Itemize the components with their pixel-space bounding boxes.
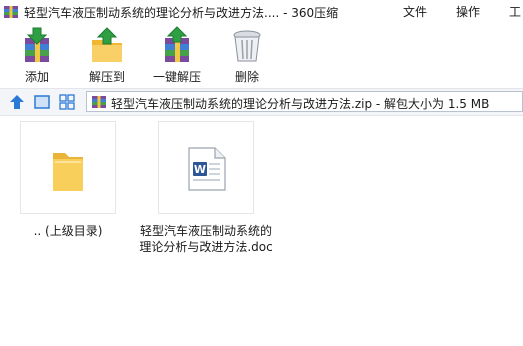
file-name: .. (上级目录) <box>33 224 103 238</box>
menu-file[interactable]: 文件 <box>403 3 427 20</box>
doc-file-item[interactable]: W 轻型汽车液压制动系统的 理论分析与改进方法.doc <box>139 121 273 256</box>
trash-icon <box>233 30 261 62</box>
extract-to-button[interactable]: 解压到 <box>77 26 137 86</box>
delete-label: 删除 <box>234 70 259 84</box>
item-thumbnail <box>20 121 116 214</box>
item-thumbnail: W <box>158 121 254 214</box>
large-icon-view-icon[interactable] <box>33 93 51 111</box>
extract-to-label: 解压到 <box>88 70 125 84</box>
one-click-extract-label: 一键解压 <box>152 70 201 84</box>
word-doc-icon: W <box>188 147 226 191</box>
file-name-line-1: 轻型汽车液压制动系统的 <box>139 224 272 238</box>
add-button[interactable]: 添加 <box>7 26 67 86</box>
path-field[interactable]: 轻型汽车液压制动系统的理论分析与改进方法.zip - 解包大小为 1.5 MB <box>86 91 523 112</box>
up-arrow-icon[interactable] <box>8 93 26 111</box>
app-logo-icon <box>4 6 18 18</box>
title-bar: 轻型汽车液压制动系统的理论分析与改进方法.... - 360压缩 文件 操作 工 <box>0 0 523 24</box>
menu-operation[interactable]: 操作 <box>456 3 480 20</box>
address-bar: 轻型汽车液压制动系统的理论分析与改进方法.zip - 解包大小为 1.5 MB <box>0 88 523 116</box>
grid-view-icon[interactable] <box>58 93 76 111</box>
one-click-extract-button[interactable]: 一键解压 <box>147 26 207 86</box>
menu-tools[interactable]: 工 <box>509 3 521 20</box>
file-name-line-2: 理论分析与改进方法.doc <box>139 240 273 254</box>
add-archive-icon <box>25 27 49 62</box>
parent-directory-item[interactable]: .. (上级目录) <box>20 121 116 246</box>
svg-text:W: W <box>194 163 206 176</box>
extract-to-icon <box>92 27 122 62</box>
folder-icon <box>53 153 83 191</box>
file-name: 轻型汽车液压制动系统的 理论分析与改进方法.doc <box>128 223 284 255</box>
one-click-extract-icon <box>165 26 189 62</box>
window-title: 轻型汽车液压制动系统的理论分析与改进方法.... - 360压缩 <box>24 6 339 20</box>
file-list: .. (上级目录) W 轻型汽车液压制动系统的 理论分析与改进方法.doc <box>0 116 523 346</box>
toolbar: 添加 解压到 一键解压 删除 <box>0 24 523 86</box>
path-text: 轻型汽车液压制动系统的理论分析与改进方法.zip - 解包大小为 1.5 MB <box>111 97 490 111</box>
delete-button[interactable]: 删除 <box>217 26 277 86</box>
zip-archive-icon <box>92 96 106 108</box>
add-label: 添加 <box>24 70 49 84</box>
